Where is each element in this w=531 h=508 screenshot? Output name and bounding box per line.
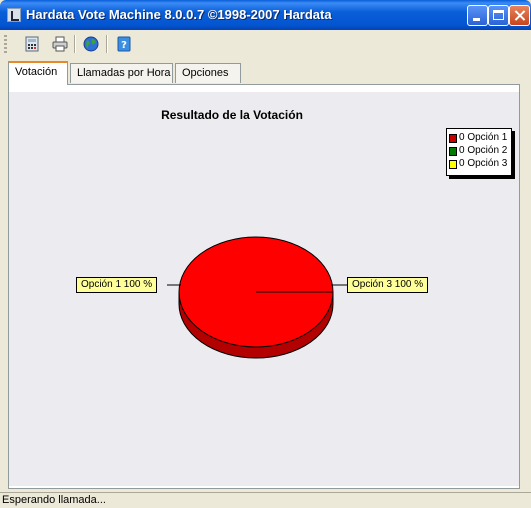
globe-icon[interactable] [81,34,101,54]
app-icon[interactable] [7,8,21,22]
tab-opciones[interactable]: Opciones [175,63,241,83]
chart-area: Resultado de la Votación 0 Opción 1 0 Op… [9,92,519,486]
toolbar-separator [106,35,108,53]
title-bar[interactable]: Hardata Vote Machine 8.0.0.7 ©1998-2007 … [0,0,531,30]
toolbar: ? [0,30,531,58]
tab-llamadas-por-hora[interactable]: Llamadas por Hora [70,63,173,83]
svg-text:?: ? [121,40,127,51]
printer-icon[interactable] [50,34,70,54]
maximize-button[interactable] [488,5,509,26]
window-title: Hardata Vote Machine 8.0.0.7 ©1998-2007 … [26,7,332,22]
minimize-button[interactable] [467,5,488,26]
app-window: Hardata Vote Machine 8.0.0.7 ©1998-2007 … [0,0,531,507]
toolbar-separator [74,35,76,53]
help-icon[interactable]: ? [114,34,134,54]
calculator-icon[interactable] [22,34,42,54]
pie-label-left: Opción 1 100 % [76,277,158,293]
pie-label-right: Opción 3 100 % [347,277,429,293]
status-bar: Esperando llamada... [0,492,531,508]
tab-votacion[interactable]: Votación [8,61,68,85]
toolbar-grip[interactable] [4,35,7,53]
close-button[interactable] [509,5,530,26]
